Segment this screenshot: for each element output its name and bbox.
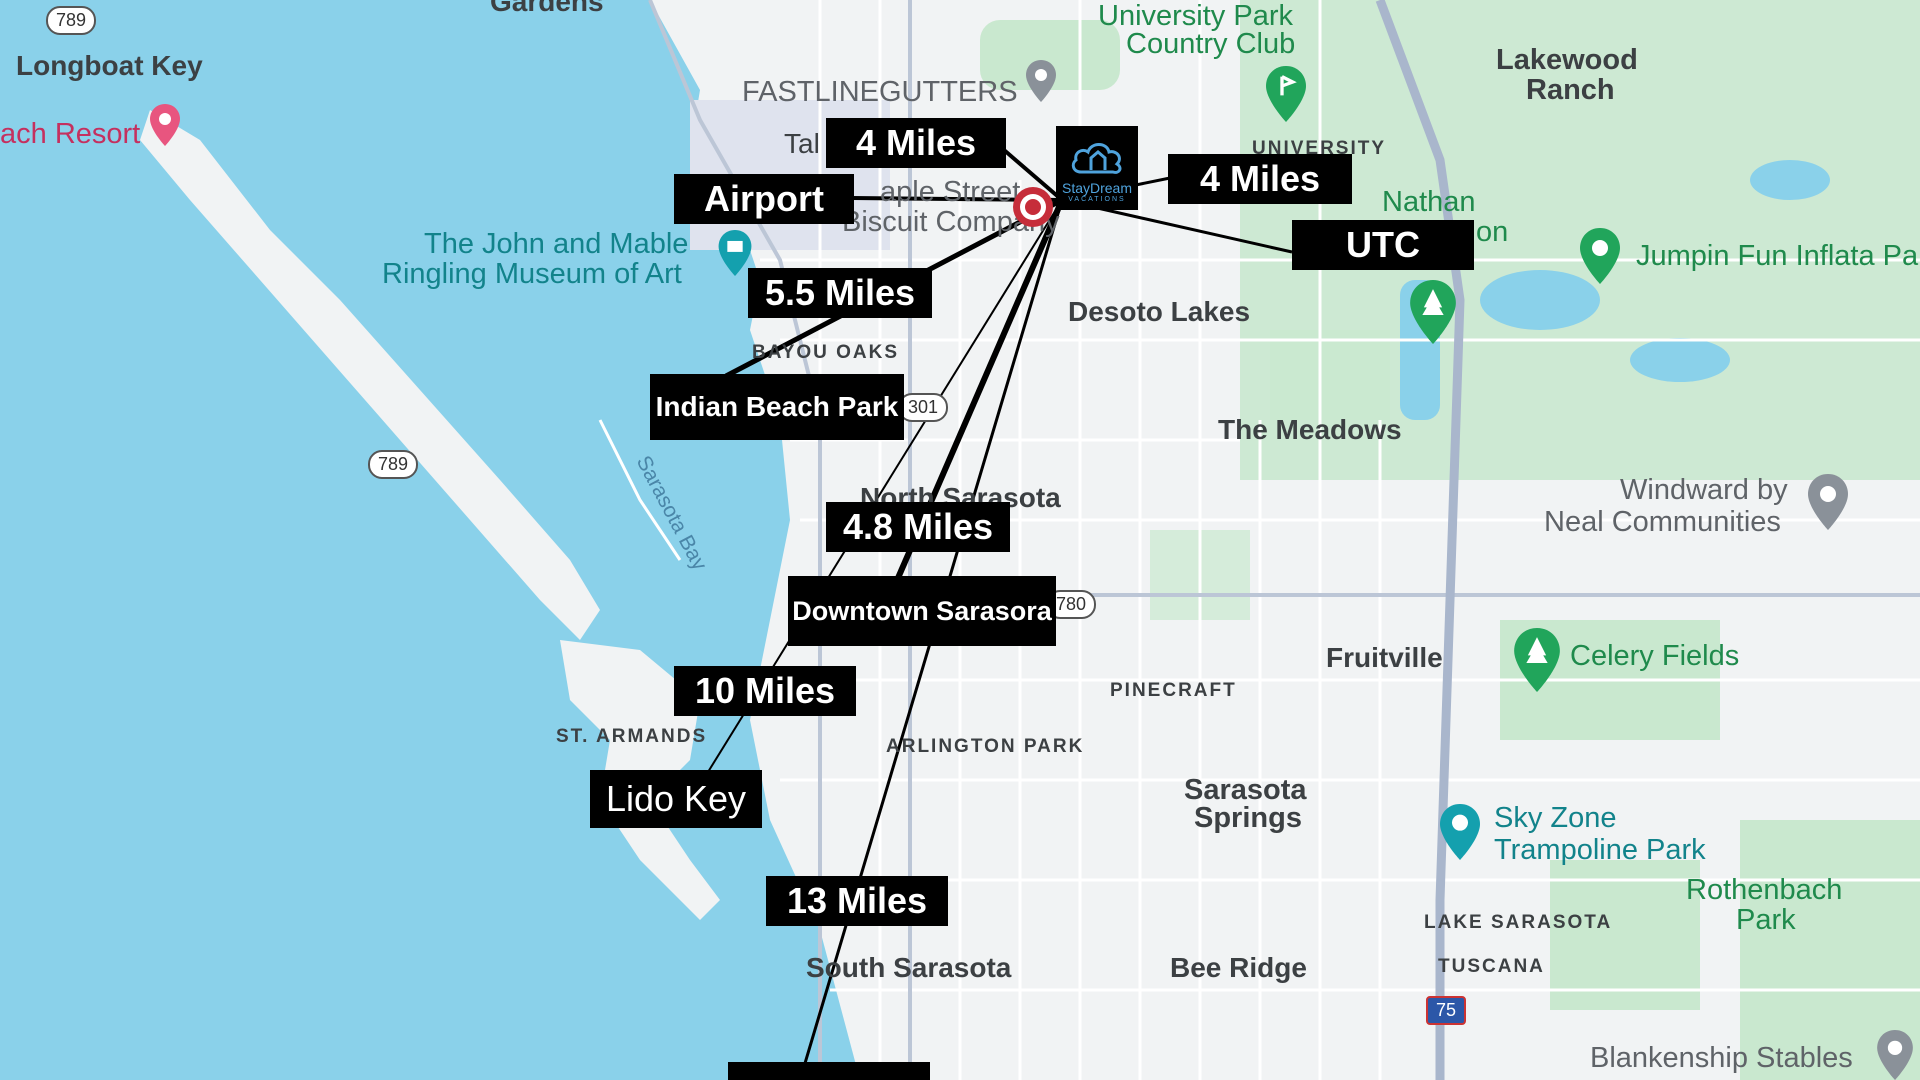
- label-south-sarasota: South Sarasota: [806, 952, 1012, 983]
- map-canvas[interactable]: 789 789 301 780 75 Gardens Longboat Key …: [0, 0, 1920, 1080]
- label-beach-resort[interactable]: ach Resort: [0, 118, 140, 151]
- staydream-logo: StayDream VACATIONS: [1056, 126, 1138, 210]
- label-lake-sarasota: LAKE SARASOTA: [1424, 912, 1613, 933]
- label-ringling-1[interactable]: The John and Mable: [424, 228, 688, 261]
- logo-name: StayDream: [1061, 179, 1133, 196]
- label-rothenbach-1[interactable]: Rothenbach: [1686, 874, 1842, 907]
- label-nathan-2[interactable]: on: [1476, 216, 1508, 249]
- label-maple-street[interactable]: aple Street: [880, 176, 1020, 209]
- callout-4-8-miles[interactable]: 4.8 Miles: [826, 502, 1010, 552]
- celery-fields-pin-icon[interactable]: [1514, 628, 1560, 697]
- callout-lido-key[interactable]: Lido Key: [590, 770, 762, 828]
- windward-pin-icon[interactable]: [1808, 474, 1848, 535]
- label-st-armands: ST. ARMANDS: [556, 726, 708, 747]
- label-blankenship-stables[interactable]: Blankenship Stables: [1590, 1042, 1853, 1075]
- callout-partial-bottom[interactable]: [728, 1062, 930, 1080]
- label-tal: Tal: [784, 128, 820, 159]
- label-fruitville: Fruitville: [1326, 642, 1443, 673]
- callout-indian-beach-park[interactable]: Indian Beach Park: [650, 374, 904, 440]
- label-longboat-key[interactable]: Longboat Key: [16, 50, 203, 82]
- label-lakewood-1: Lakewood: [1496, 44, 1638, 76]
- label-the-meadows: The Meadows: [1218, 414, 1402, 445]
- callout-utc[interactable]: UTC: [1292, 220, 1474, 270]
- label-sky-zone-1[interactable]: Sky Zone: [1494, 802, 1617, 835]
- label-sarasota-springs-2: Springs: [1194, 802, 1302, 834]
- logo-sub: VACATIONS: [1068, 195, 1126, 203]
- museum-pin-icon[interactable]: [718, 230, 752, 281]
- label-rothenbach-2[interactable]: Park: [1736, 904, 1796, 937]
- callout-4-miles-right[interactable]: 4 Miles: [1168, 154, 1352, 204]
- callout-13-miles[interactable]: 13 Miles: [766, 876, 948, 926]
- callout-airport[interactable]: Airport: [674, 174, 854, 224]
- route-789-shield: 789: [46, 6, 97, 35]
- jumpin-pin-icon[interactable]: [1580, 228, 1620, 289]
- callout-downtown-sarasora[interactable]: Downtown Sarasora: [788, 576, 1056, 646]
- label-windward-1[interactable]: Windward by: [1620, 474, 1788, 507]
- route-789-shield-mid: 789: [368, 450, 419, 479]
- callout-4-miles-top[interactable]: 4 Miles: [826, 118, 1006, 168]
- label-fastlinegutters[interactable]: FASTLINEGUTTERS: [742, 76, 1018, 109]
- label-desoto-lakes: Desoto Lakes: [1068, 296, 1251, 327]
- callout-5-5-miles[interactable]: 5.5 Miles: [748, 268, 932, 318]
- golf-pin-icon[interactable]: [1266, 66, 1306, 127]
- park-tree-pin-icon[interactable]: [1410, 280, 1456, 349]
- blankenship-pin-icon[interactable]: [1876, 1030, 1914, 1080]
- i75-shield: 75: [1426, 996, 1467, 1025]
- beach-resort-pin-icon[interactable]: [150, 104, 180, 151]
- label-ringling-2[interactable]: Ringling Museum of Art: [382, 258, 682, 291]
- label-lakewood-2: Ranch: [1526, 74, 1615, 106]
- label-gardens-partial: Gardens: [490, 0, 604, 17]
- cloud-house-icon: [1071, 142, 1122, 174]
- label-pinecraft: PINECRAFT: [1110, 680, 1237, 701]
- us-301-shield: 301: [898, 393, 949, 422]
- label-windward-2[interactable]: Neal Communities: [1544, 506, 1781, 539]
- label-celery-fields[interactable]: Celery Fields: [1570, 640, 1739, 673]
- biscuit-company-icon[interactable]: [1012, 186, 1054, 233]
- label-arlington-park: ARLINGTON PARK: [886, 736, 1085, 757]
- label-nathan[interactable]: Nathan: [1382, 186, 1476, 219]
- label-university-park-2[interactable]: Country Club: [1126, 28, 1295, 61]
- label-bayou-oaks: BAYOU OAKS: [752, 342, 900, 363]
- label-tuscana: TUSCANA: [1438, 956, 1545, 977]
- sky-zone-pin-icon[interactable]: [1440, 804, 1480, 865]
- label-jumpin[interactable]: Jumpin Fun Inflata Pa: [1636, 240, 1918, 273]
- label-sky-zone-2[interactable]: Trampoline Park: [1494, 834, 1706, 867]
- fastline-pin-icon[interactable]: [1026, 60, 1056, 107]
- label-bee-ridge: Bee Ridge: [1170, 952, 1307, 983]
- callout-10-miles[interactable]: 10 Miles: [674, 666, 856, 716]
